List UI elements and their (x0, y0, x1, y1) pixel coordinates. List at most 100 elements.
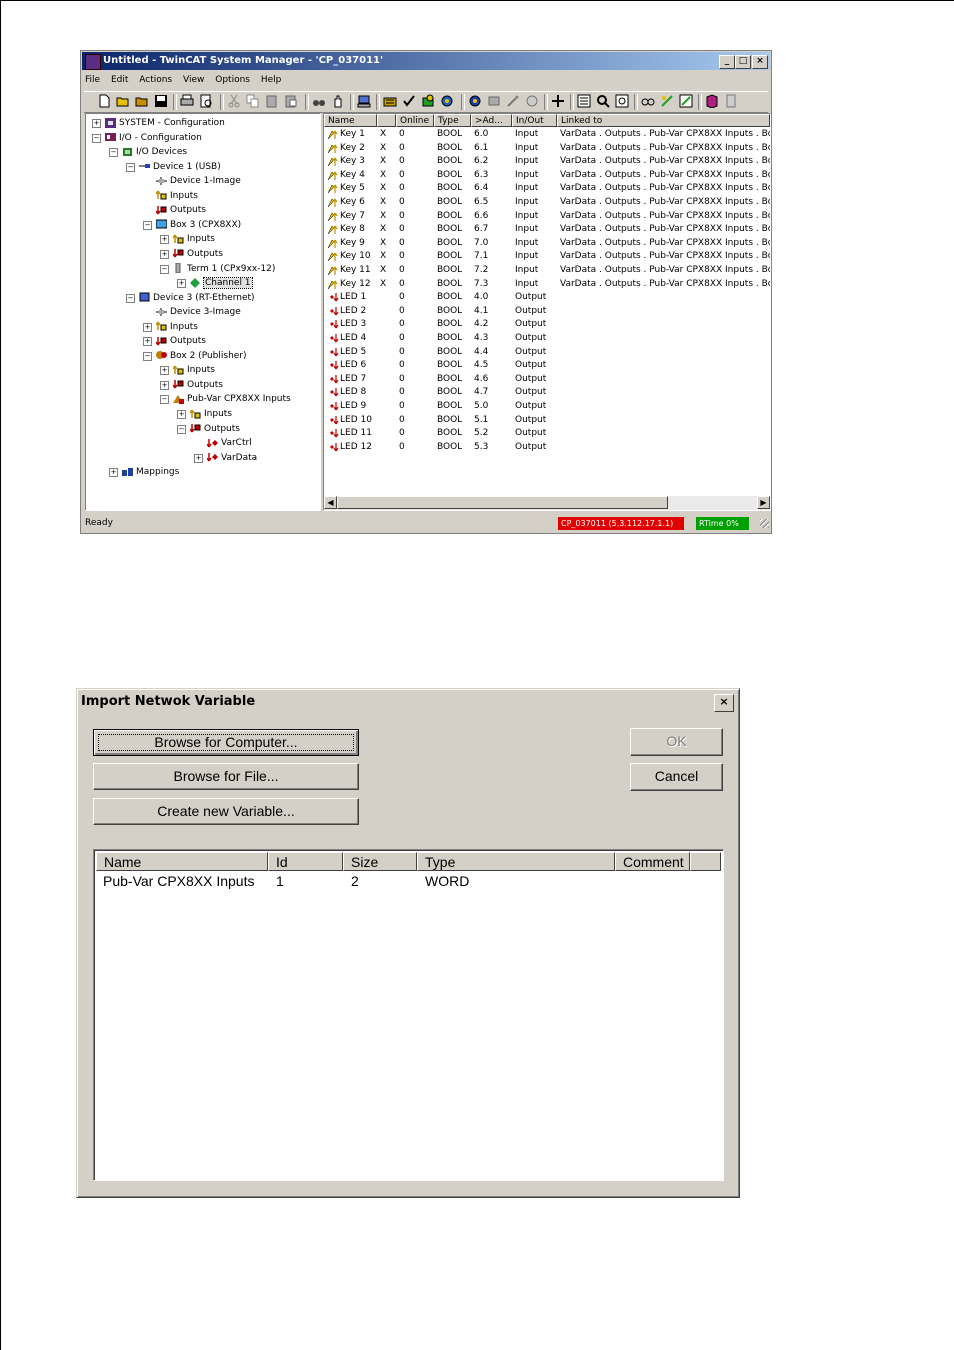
scroll-thumb[interactable] (337, 496, 668, 509)
new-file-icon[interactable] (97, 94, 111, 108)
expand-icon[interactable]: + (143, 322, 152, 332)
tree-item[interactable]: + Inputs (160, 363, 215, 377)
table-row[interactable]: LED 12 0 BOOL 5.3 Output (324, 441, 770, 455)
table-row[interactable]: LED 2 0 BOOL 4.1 Output (324, 305, 770, 319)
column-header-name[interactable]: Name (324, 114, 377, 127)
online-icon[interactable] (525, 94, 539, 108)
table-row[interactable]: Pub-Var CPX8XX Inputs 1 2 WORD (96, 872, 721, 890)
table-row[interactable]: LED 8 0 BOOL 4.7 Output (324, 386, 770, 400)
ok-button[interactable]: OK (630, 728, 723, 756)
create-new-variable-button[interactable]: Create new Variable... (93, 798, 359, 825)
generate-mappings-icon[interactable] (383, 94, 397, 108)
expand-icon[interactable]: + (160, 366, 169, 376)
force-value-icon[interactable] (679, 94, 693, 108)
dlg-column-header-comment[interactable]: Comment (615, 852, 690, 871)
column-header-linked-to[interactable]: Linked to (557, 114, 770, 127)
dlg-column-header-id[interactable]: Id (268, 852, 343, 871)
menu-help[interactable]: Help (261, 72, 282, 88)
menu-options[interactable]: Options (215, 72, 250, 88)
table-row[interactable]: LED 5 0 BOOL 4.4 Output (324, 346, 770, 360)
expand-icon[interactable]: + (177, 410, 186, 419)
column-header-online[interactable]: Online (396, 114, 434, 127)
expand-icon[interactable]: + (92, 119, 101, 128)
expand-icon[interactable]: + (160, 380, 169, 390)
tree-item[interactable]: − Device 1 (USB) (126, 160, 221, 174)
target-system-status[interactable]: CP_037011 (5.3.112.17.1.1) (558, 517, 684, 530)
browse-for-computer-button[interactable]: Browse for Computer... (93, 729, 359, 756)
tree-item[interactable]: + Outputs (143, 334, 206, 348)
save-icon[interactable] (154, 94, 168, 108)
tree-item[interactable]: + Outputs (160, 378, 223, 392)
minimize-button[interactable]: _ (719, 55, 735, 69)
glasses-icon[interactable] (641, 94, 655, 108)
tree-item[interactable]: + Outputs (160, 247, 223, 261)
browse-for-file-button[interactable]: Browse for File... (93, 763, 359, 790)
tree-item[interactable]: + Channel 1 (177, 276, 253, 290)
restart-icon[interactable] (440, 94, 454, 108)
table-row[interactable]: Key 3 X 0 BOOL 6.2 Input VarData . Outputs . P… (324, 155, 770, 169)
column-header-type[interactable]: Type (434, 114, 471, 127)
tree-item[interactable]: Device 3-Image (156, 305, 241, 319)
expand-icon[interactable]: + (177, 279, 186, 289)
dlg-column-header-name[interactable]: Name (96, 852, 268, 871)
collapse-icon[interactable]: − (160, 264, 169, 274)
tree-item[interactable]: + SYSTEM - Configuration (92, 116, 225, 130)
paste-icon[interactable] (265, 94, 279, 108)
scroll-left-button[interactable]: ◀ (324, 496, 337, 509)
tree-item[interactable]: + Inputs (177, 407, 232, 421)
tree-item[interactable]: − Outputs (177, 422, 240, 436)
zoom-icon[interactable] (596, 94, 610, 108)
collapse-icon[interactable]: − (143, 351, 152, 361)
collapse-icon[interactable]: − (92, 133, 101, 143)
collapse-icon[interactable]: − (126, 162, 135, 172)
open-project-icon[interactable] (135, 94, 149, 108)
config-mode-icon[interactable] (468, 94, 482, 108)
check-configuration-icon[interactable] (402, 94, 416, 108)
table-row[interactable]: Key 1 X 0 BOOL 6.0 Input VarData . Outputs . P… (324, 128, 770, 142)
column-header-address[interactable]: >Ad... (471, 114, 512, 127)
hand-icon[interactable] (331, 94, 345, 108)
table-row[interactable]: LED 6 0 BOOL 4.5 Output (324, 359, 770, 373)
scan-devices-icon[interactable] (487, 94, 501, 108)
table-row[interactable]: Key 4 X 0 BOOL 6.3 Input VarData . Outputs . P… (324, 169, 770, 183)
tree-item[interactable]: + VarData (194, 451, 257, 465)
dialog-close-button[interactable]: × (714, 694, 734, 712)
close-button[interactable]: × (752, 55, 768, 69)
add-item-icon[interactable] (551, 94, 565, 108)
watch-icon[interactable] (615, 94, 629, 108)
table-row[interactable]: Key 11 X 0 BOOL 7.2 Input VarData . Outputs . … (324, 264, 770, 278)
menu-edit[interactable]: Edit (111, 72, 128, 88)
show-subitems-icon[interactable] (577, 94, 591, 108)
tools-icon[interactable] (506, 94, 520, 108)
dlg-column-header-size[interactable]: Size (343, 852, 417, 871)
resize-grip[interactable] (760, 519, 769, 528)
tree-item[interactable]: − I/O Devices (109, 145, 187, 159)
table-row[interactable]: LED 4 0 BOOL 4.3 Output (324, 332, 770, 346)
table-row[interactable]: Key 8 X 0 BOOL 6.7 Input VarData . Outputs . P… (324, 223, 770, 237)
table-row[interactable]: Key 7 X 0 BOOL 6.6 Input VarData . Outputs . P… (324, 210, 770, 224)
print-preview-icon[interactable] (199, 94, 213, 108)
cancel-button[interactable]: Cancel (630, 763, 723, 791)
scroll-right-button[interactable]: ▶ (757, 496, 770, 509)
computer-icon[interactable] (357, 94, 371, 108)
tree-item[interactable]: + Inputs (143, 320, 198, 334)
menu-view[interactable]: View (183, 72, 204, 88)
maximize-button[interactable]: □ (735, 55, 751, 69)
tree-item[interactable]: − Box 3 (CPX8XX) (143, 218, 241, 232)
tree-item[interactable]: − Pub-Var CPX8XX Inputs (160, 392, 291, 406)
tree-item[interactable]: Inputs (156, 189, 198, 203)
table-row[interactable]: Key 6 X 0 BOOL 6.5 Input VarData . Outputs . P… (324, 196, 770, 210)
tree-item[interactable]: − Device 3 (RT-Ethernet) (126, 291, 255, 305)
paste-special-icon[interactable] (284, 94, 298, 108)
expand-icon[interactable]: + (194, 453, 203, 463)
collapse-icon[interactable]: − (126, 293, 135, 303)
expand-icon[interactable]: + (109, 468, 118, 478)
table-row[interactable]: Key 5 X 0 BOOL 6.4 Input VarData . Outputs . P… (324, 182, 770, 196)
tree-item[interactable]: VarCtrl (207, 436, 252, 450)
print-icon[interactable] (180, 94, 194, 108)
tree-item[interactable]: + Inputs (160, 232, 215, 246)
column-header-flag[interactable] (377, 114, 396, 127)
table-row[interactable]: LED 10 0 BOOL 5.1 Output (324, 414, 770, 428)
about-icon[interactable] (724, 94, 738, 108)
dlg-column-header-type[interactable]: Type (417, 852, 615, 871)
